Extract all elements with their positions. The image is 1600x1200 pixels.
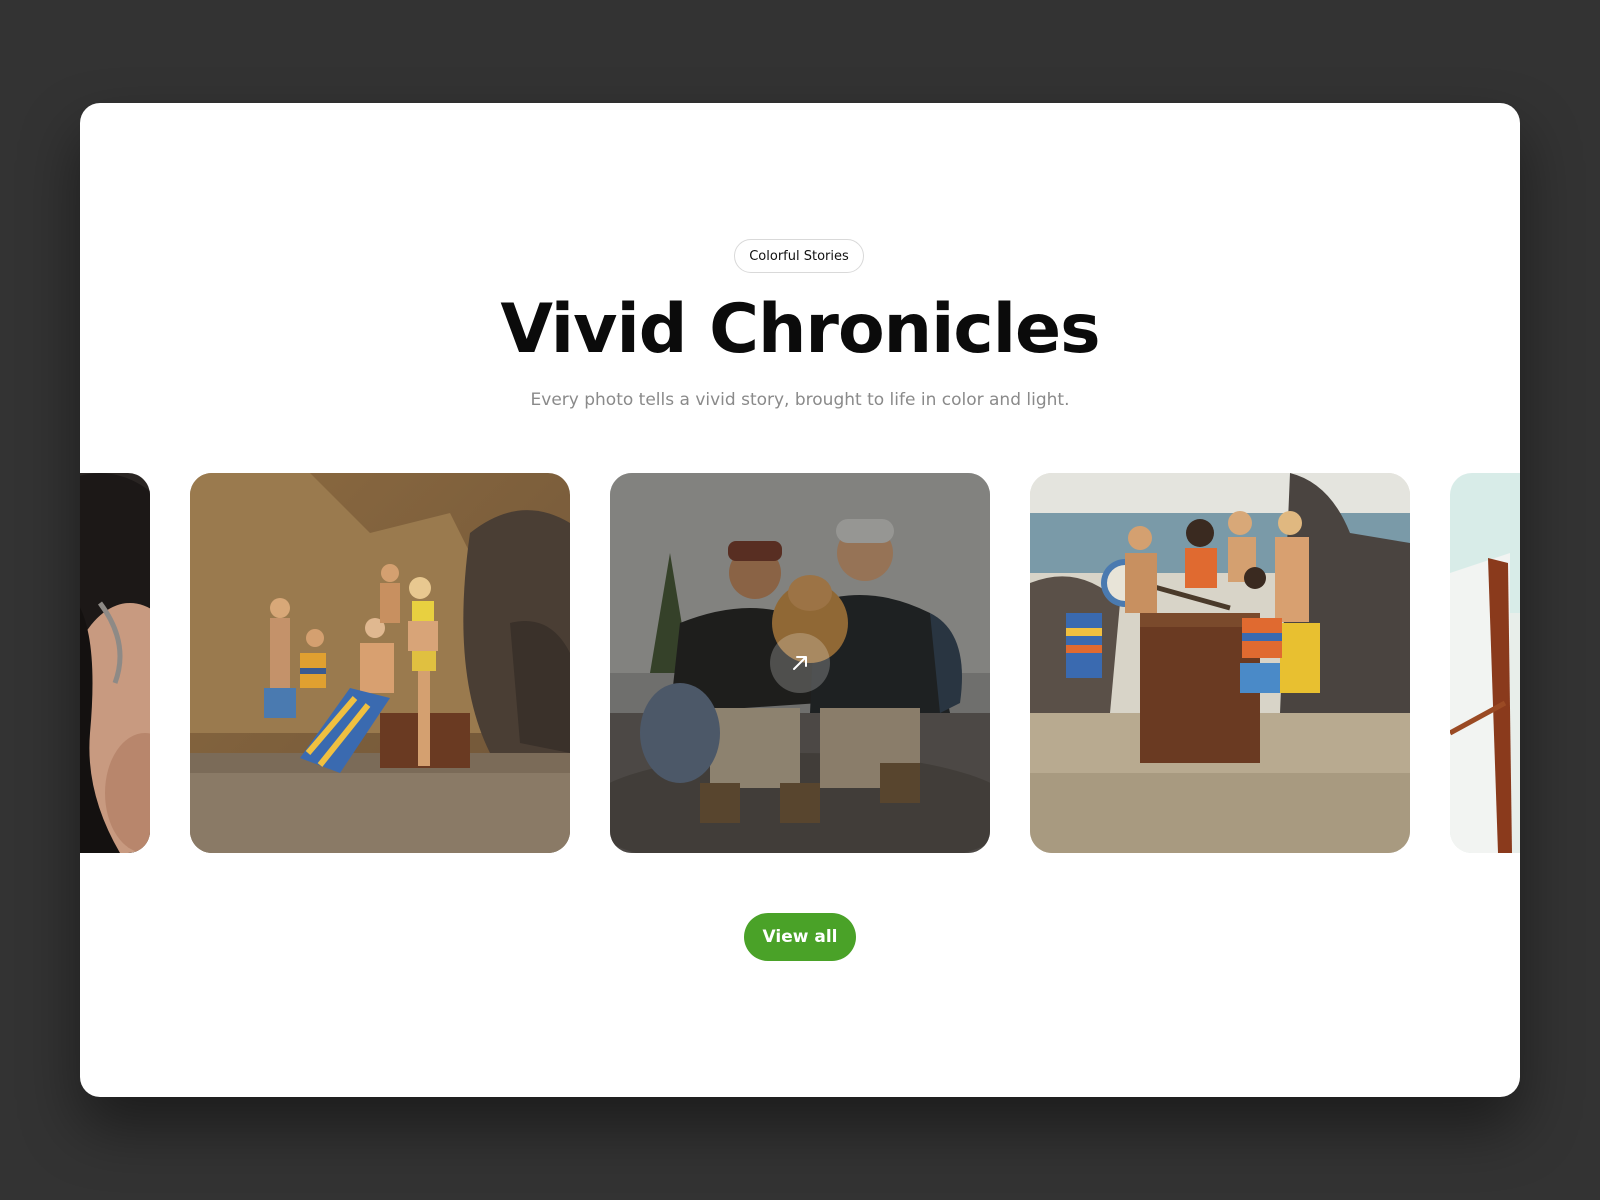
gallery-photo-portrait[interactable] <box>80 473 150 853</box>
section-title: Vivid Chronicles <box>500 290 1100 369</box>
open-photo-button[interactable] <box>770 633 830 693</box>
gallery-photo-piano-banjo[interactable] <box>1030 473 1410 853</box>
view-all-button[interactable]: View all <box>744 913 856 961</box>
gallery-photo-beach-chair[interactable] <box>1450 473 1520 853</box>
arrow-up-right-icon <box>789 652 811 674</box>
photo-carousel[interactable] <box>80 473 1520 853</box>
eyebrow-badge: Colorful Stories <box>734 239 864 273</box>
section-subtitle: Every photo tells a vivid story, brought… <box>530 390 1070 410</box>
gallery-photo-beach-group[interactable] <box>190 473 570 853</box>
gallery-card: Colorful Stories Vivid Chronicles Every … <box>80 103 1520 1097</box>
gallery-photo-hikers-dog[interactable] <box>610 473 990 853</box>
